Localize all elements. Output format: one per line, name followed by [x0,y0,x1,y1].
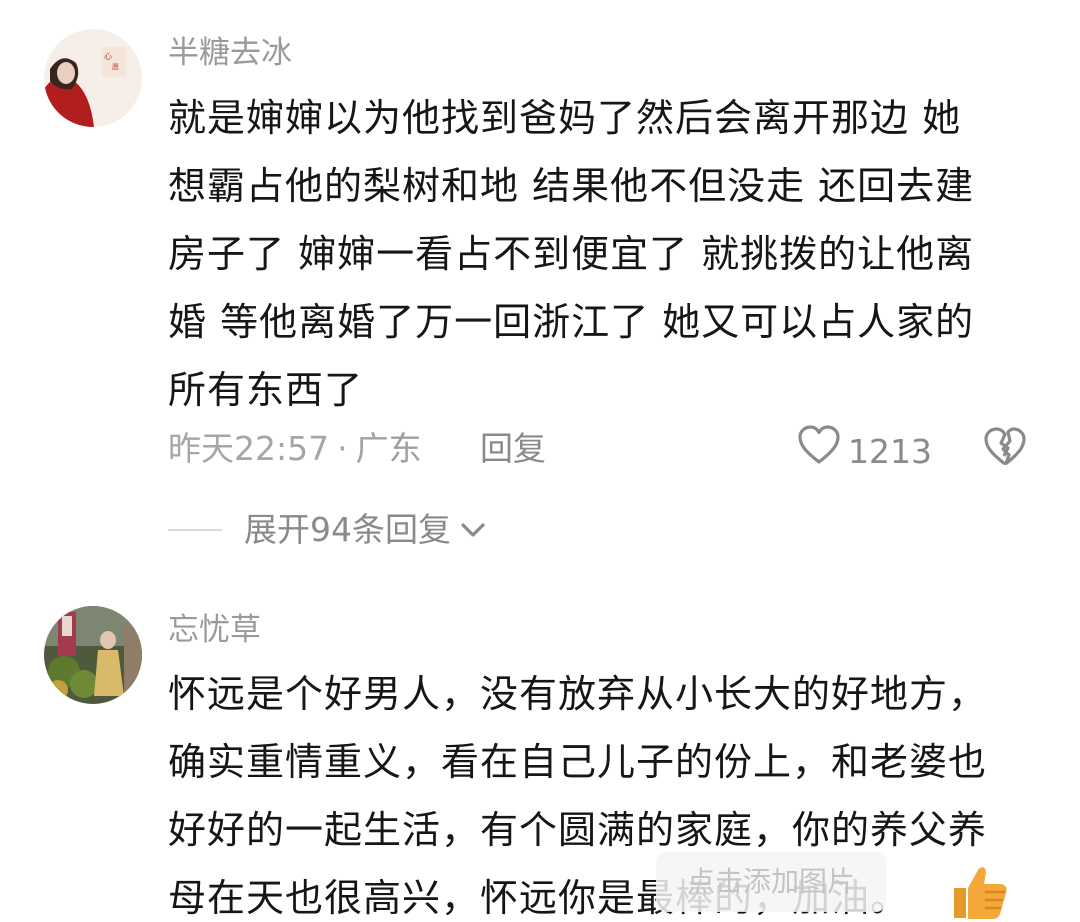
like-count: 1213 [848,432,932,471]
avatar[interactable]: 心 愿 [44,29,142,127]
username[interactable]: 忘忧草 [168,610,261,650]
comment-location: 广东 [355,429,422,468]
reply-button[interactable]: 回复 [480,424,546,474]
thumbs-up-icon [948,862,1010,922]
comment-text: 就是婶婶以为他找到爸妈了然后会离开那边 她 想霸占他的梨树和地 结果他不但没走 … [168,84,1028,424]
comment-line: 房子了 婶婶一看占不到便宜了 就挑拨的让他离 [168,232,975,276]
comment-line: 怀远是个好男人，没有放弃从小长大的好地方， [168,672,988,716]
dislike-button[interactable] [982,426,1028,482]
broken-heart-icon [982,427,1028,476]
comment-page: 心 愿 半糖去冰 就是婶婶以为他找到爸妈了然后会离开那边 她 想霸占他的梨树和地… [0,0,1080,922]
comment-line: 婚 等他离婚了万一回浙江了 她又可以占人家的 [168,300,975,344]
chevron-down-icon [459,520,487,540]
comment-line: 确实重情重义，看在自己儿子的份上，和老婆也 [168,740,988,784]
comment-time: 昨天22:57 [168,429,330,468]
comment-line: 母在天也很高兴，怀远你是最棒的，加油。 [168,876,910,920]
divider-line [168,529,222,531]
avatar[interactable] [44,606,142,704]
meta-separator: · [337,429,348,468]
comment-line: 好好的一起生活，有个圆满的家庭，你的养父养 [168,808,988,852]
comment-line: 所有东西了 [168,368,364,412]
expand-replies-label: 展开94条回复 [244,510,451,549]
add-image-hint[interactable]: 点击添加图片 [656,852,886,912]
username[interactable]: 半糖去冰 [168,33,292,73]
comment-meta: 昨天22:57 · 广东 回复 1213 [168,424,1040,474]
svg-text:愿: 愿 [112,63,119,71]
svg-text:心: 心 [104,52,112,61]
comment-text: 怀远是个好男人，没有放弃从小长大的好地方， 确实重情重义，看在自己儿子的份上，和… [168,660,1028,922]
comment-line: 就是婶婶以为他找到爸妈了然后会离开那边 她 [168,96,962,140]
heart-icon [796,424,848,480]
comment-line: 想霸占他的梨树和地 结果他不但没走 还回去建 [168,164,975,208]
expand-replies-button[interactable]: 展开94条回复 [168,505,487,555]
like-button[interactable]: 1213 [796,424,932,480]
